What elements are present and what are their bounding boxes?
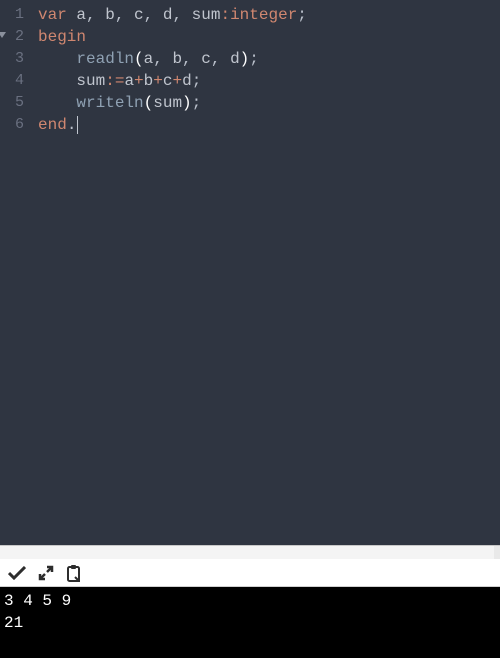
code-line[interactable]: sum:=a+b+c+d;: [38, 70, 500, 92]
token: [38, 72, 76, 90]
console-input-line: 3 4 5 9: [4, 592, 71, 610]
token: c: [134, 6, 144, 24]
fold-icon[interactable]: [0, 32, 6, 38]
console-output-line: 21: [4, 614, 23, 632]
token: d: [230, 50, 240, 68]
horizontal-scrollbar[interactable]: [0, 545, 500, 559]
token: sum: [153, 94, 182, 112]
token: +: [153, 72, 163, 90]
token: ;: [249, 50, 259, 68]
line-number: 2: [0, 26, 24, 48]
token: [38, 50, 76, 68]
paste-icon[interactable]: [66, 563, 82, 583]
token: integer: [230, 6, 297, 24]
token: (: [144, 94, 154, 112]
token: .: [67, 116, 77, 134]
output-console[interactable]: 3 4 5 9 21: [0, 587, 500, 658]
token: ): [182, 94, 192, 112]
code-line[interactable]: var a, b, c, d, sum:integer;: [38, 4, 500, 26]
token: (: [134, 50, 144, 68]
line-number: 1: [0, 4, 24, 26]
token: ,: [144, 6, 163, 24]
code-line[interactable]: begin: [38, 26, 500, 48]
token: b: [144, 72, 154, 90]
code-line[interactable]: writeln(sum);: [38, 92, 500, 114]
code-area[interactable]: var a, b, c, d, sum:integer;begin readln…: [30, 0, 500, 545]
scrollbar-thumb[interactable]: [0, 546, 494, 559]
line-number: 4: [0, 70, 24, 92]
token: end: [38, 116, 67, 134]
token: a: [144, 50, 154, 68]
token: ;: [192, 72, 202, 90]
line-number: 6: [0, 114, 24, 136]
line-number: 3: [0, 48, 24, 70]
token: ,: [182, 50, 201, 68]
token: +: [172, 72, 182, 90]
token: ,: [153, 50, 172, 68]
code-editor[interactable]: 123456 var a, b, c, d, sum:integer;begin…: [0, 0, 500, 545]
text-cursor: [77, 116, 78, 134]
token: :: [220, 6, 230, 24]
token: var: [38, 6, 76, 24]
token: b: [172, 50, 182, 68]
token: ,: [115, 6, 134, 24]
token: [38, 94, 76, 112]
token: ;: [297, 6, 307, 24]
token: readln: [76, 50, 134, 68]
token: c: [201, 50, 211, 68]
token: ,: [172, 6, 191, 24]
token: a: [76, 6, 86, 24]
token: d: [163, 6, 173, 24]
token: sum: [192, 6, 221, 24]
accept-icon[interactable]: [8, 563, 26, 583]
console-toolbar: [0, 559, 500, 587]
token: =: [115, 72, 125, 90]
token: begin: [38, 28, 86, 46]
token: +: [134, 72, 144, 90]
token: d: [182, 72, 192, 90]
token: sum: [76, 72, 105, 90]
token: ,: [211, 50, 230, 68]
line-number: 5: [0, 92, 24, 114]
line-number-gutter: 123456: [0, 0, 30, 545]
token: ): [240, 50, 250, 68]
code-line[interactable]: end.: [38, 114, 500, 136]
expand-icon[interactable]: [38, 563, 54, 583]
token: writeln: [76, 94, 143, 112]
token: ;: [192, 94, 202, 112]
code-line[interactable]: readln(a, b, c, d);: [38, 48, 500, 70]
token: b: [105, 6, 115, 24]
token: a: [124, 72, 134, 90]
token: ,: [86, 6, 105, 24]
token: :: [105, 72, 115, 90]
